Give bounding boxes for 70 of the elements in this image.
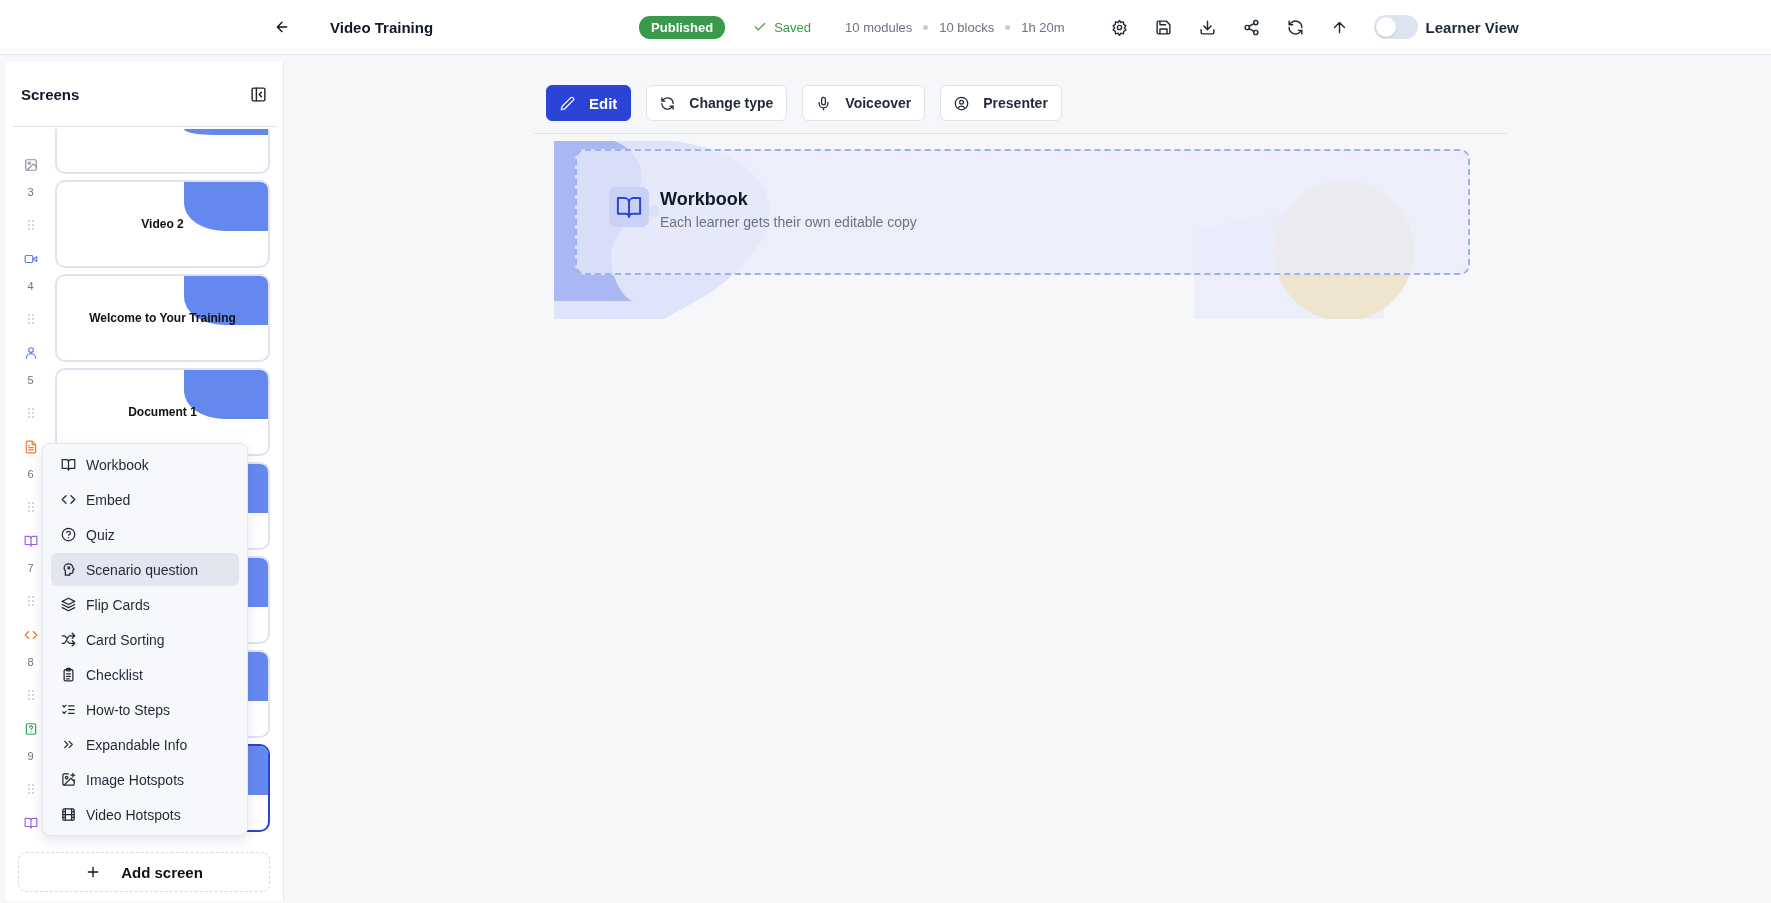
- clipboard-icon: [61, 667, 76, 682]
- block-card[interactable]: Workbook Each learner gets their own editable copy: [575, 149, 1470, 275]
- user-circle-icon: [954, 95, 970, 111]
- course-title: Video Training: [330, 18, 434, 36]
- code-icon: [61, 492, 76, 507]
- image-plus-icon: [61, 772, 76, 787]
- menu-item[interactable]: Image Hotspots: [51, 763, 239, 796]
- toggle-switch[interactable]: [1373, 15, 1418, 39]
- course-stat: 1h 20m: [1021, 19, 1065, 35]
- course-stat: 10 blocks: [939, 19, 995, 35]
- menu-item[interactable]: Checklist: [51, 658, 239, 691]
- book-icon: [61, 457, 76, 472]
- book-icon: [609, 187, 649, 227]
- menu-item[interactable]: How-to Steps: [51, 693, 239, 726]
- save-icon[interactable]: [1154, 18, 1172, 36]
- refresh-icon[interactable]: [1286, 18, 1304, 36]
- shuffle-icon: [61, 632, 76, 647]
- head-icon: [61, 562, 76, 577]
- screen-number: 5: [27, 374, 34, 386]
- screen-title: Video 2: [141, 217, 184, 231]
- screen-number: 7: [27, 562, 34, 574]
- toolbar-button[interactable]: Presenter: [940, 85, 1062, 121]
- screen-title: Document 1: [128, 405, 197, 419]
- menu-item[interactable]: Embed: [51, 483, 239, 516]
- drag-handle-icon[interactable]: [27, 314, 34, 324]
- add-screen-button[interactable]: Add screen: [18, 852, 270, 892]
- drag-handle-icon[interactable]: [27, 784, 34, 794]
- course-stat: 10 modules: [845, 19, 913, 35]
- refresh-icon: [660, 95, 676, 111]
- menu-item[interactable]: Quiz: [51, 518, 239, 551]
- menu-item[interactable]: Flip Cards: [51, 588, 239, 621]
- save-status: Saved: [774, 19, 812, 35]
- block-subtitle: Each learner gets their own editable copy: [660, 214, 917, 230]
- back-arrow-icon[interactable]: [274, 19, 290, 35]
- pencil-icon: [560, 95, 575, 111]
- status-badge: Published: [639, 15, 726, 39]
- drag-handle-icon[interactable]: [27, 220, 34, 230]
- sidebar-title: Screens: [21, 85, 80, 103]
- toolbar-button[interactable]: Edit: [546, 85, 632, 121]
- menu-item[interactable]: Video Hotspots: [51, 798, 239, 831]
- check-icon: [753, 20, 768, 34]
- drag-handle-icon[interactable]: [27, 408, 34, 418]
- screen-thumbnail[interactable]: Video 2: [55, 180, 270, 268]
- toggle-label: Learner View: [1425, 18, 1519, 36]
- collapse-panel-icon[interactable]: [250, 85, 267, 103]
- checklist-icon: [61, 702, 76, 717]
- download-icon[interactable]: [1198, 18, 1216, 36]
- microphone-icon: [816, 95, 832, 111]
- screen-number: 9: [27, 750, 34, 762]
- separator-dot: [923, 24, 929, 30]
- menu-item[interactable]: Scenario question: [51, 553, 239, 586]
- block-title: Workbook: [660, 189, 749, 210]
- separator-dot: [1005, 24, 1011, 30]
- share-icon[interactable]: [1242, 18, 1260, 36]
- film-icon: [61, 807, 76, 822]
- question-circle-icon: [61, 527, 76, 542]
- menu-item[interactable]: Expandable Info: [51, 728, 239, 761]
- menu-item[interactable]: Card Sorting: [51, 623, 239, 656]
- screen-number: 6: [27, 468, 34, 480]
- screen-number: 3: [27, 186, 34, 198]
- settings-icon[interactable]: [1110, 18, 1128, 36]
- toolbar-button[interactable]: Voiceover: [802, 85, 926, 121]
- drag-handle-icon[interactable]: [27, 596, 34, 606]
- screen-number: 8: [27, 656, 34, 668]
- screen-number: 4: [27, 280, 34, 292]
- screen-thumbnail[interactable]: [55, 129, 270, 174]
- drag-handle-icon[interactable]: [27, 690, 34, 700]
- drag-handle-icon[interactable]: [27, 502, 34, 512]
- layers-icon: [61, 597, 76, 612]
- toolbar-button[interactable]: Change type: [646, 85, 788, 121]
